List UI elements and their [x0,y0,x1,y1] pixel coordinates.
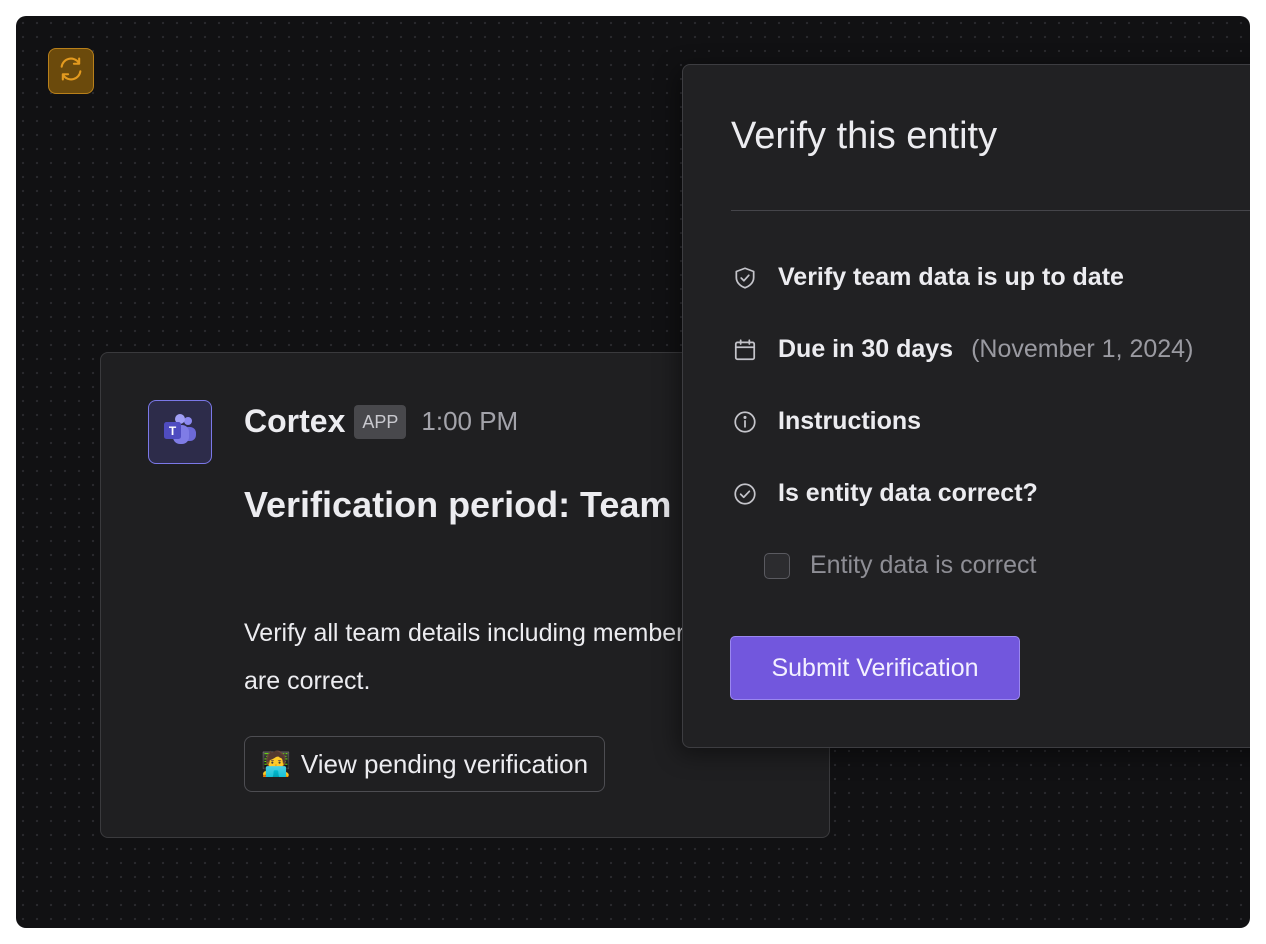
task-row: Verify team data is up to date [731,263,1124,292]
check-circle-icon [731,480,759,508]
view-pending-verification-button[interactable]: 🧑‍💻 View pending verification [244,736,606,792]
pending-button-label: View pending verification [300,748,589,779]
task-label: Verify team data is up to date [778,263,1124,291]
entity-correct-option[interactable]: Entity data is correct [764,551,1036,580]
due-label: Due in 30 days [778,335,954,363]
info-icon [731,408,759,436]
sender-name[interactable]: Cortex [244,403,345,440]
question-label: Is entity data correct? [778,479,1038,507]
teams-icon: T [160,410,200,455]
canvas-background: T Cortex APP 1:00 PM Verification period… [16,16,1250,928]
question-row: Is entity data correct? [731,479,1038,508]
due-date: (November 1, 2024) [971,335,1194,363]
panel-divider [731,210,1250,211]
calendar-icon [731,336,759,364]
teams-avatar: T [148,400,212,464]
svg-text:T: T [169,424,177,438]
entity-correct-label: Entity data is correct [810,551,1037,579]
app-tag: APP [354,404,407,439]
entity-correct-checkbox[interactable] [764,552,790,579]
due-date-row: Due in 30 days (November 1, 2024) [731,335,1193,364]
sync-badge[interactable] [48,48,94,94]
sender-row: Cortex APP 1:00 PM [244,403,518,440]
verify-entity-panel: Verify this entity Verify team data is u… [682,64,1250,748]
instructions-row[interactable]: Instructions [731,407,921,436]
instructions-label: Instructions [778,407,922,435]
technologist-emoji-icon: 🧑‍💻 [261,750,291,778]
refresh-icon [57,55,85,88]
panel-title: Verify this entity [731,115,998,157]
submit-verification-button[interactable]: Submit Verification [730,636,1020,700]
message-timestamp: 1:00 PM [421,406,519,436]
shield-check-icon [731,264,759,292]
